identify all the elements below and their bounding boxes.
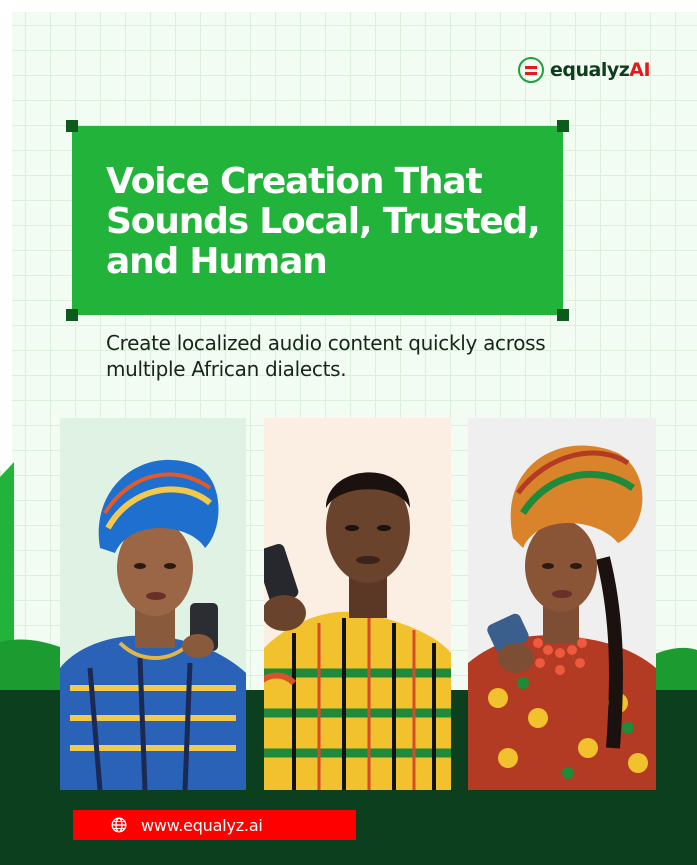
top-margin <box>0 0 697 12</box>
brand-name-main: equalyz <box>550 59 630 81</box>
corner-handle <box>557 309 569 321</box>
brand-wordmark: equalyzAI <box>550 59 651 81</box>
brand-name-accent: AI <box>629 59 651 81</box>
headline-box: Voice Creation That Sounds Local, Truste… <box>66 120 569 321</box>
corner-handle <box>66 309 78 321</box>
photo-man-kente <box>264 418 451 790</box>
website-url: www.equalyz.ai <box>141 815 263 835</box>
photo-woman-gele-coral <box>468 418 656 790</box>
left-margin <box>0 0 12 470</box>
corner-handle <box>557 120 569 132</box>
equals-logo-icon <box>518 57 544 83</box>
subtitle: Create localized audio content quickly a… <box>106 331 546 381</box>
left-green-wave <box>0 462 60 702</box>
brand-logo: equalyzAI <box>518 55 651 85</box>
headline: Voice Creation That Sounds Local, Truste… <box>106 161 541 282</box>
photo-woman-blue-headwrap <box>60 418 246 790</box>
globe-icon <box>111 817 127 833</box>
corner-handle <box>66 120 78 132</box>
poster: equalyzAI Voice Creation That Sounds Loc… <box>0 0 697 865</box>
website-link[interactable]: www.equalyz.ai <box>73 810 356 840</box>
